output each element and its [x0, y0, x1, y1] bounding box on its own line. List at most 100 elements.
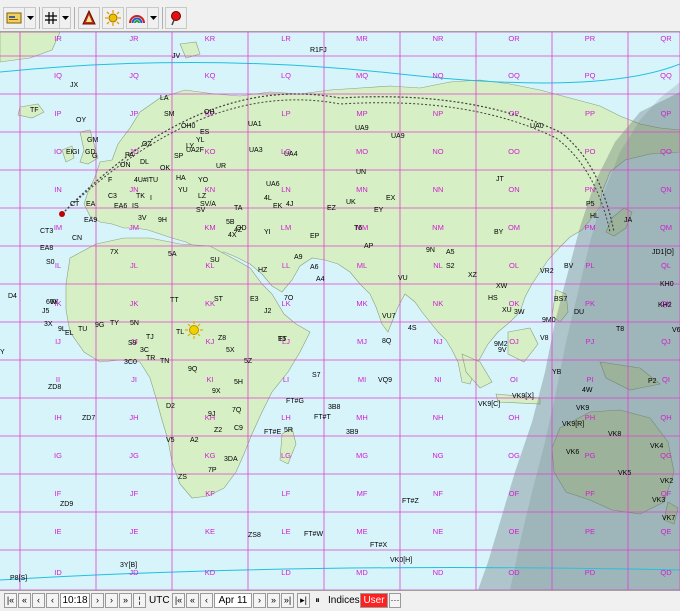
time-fwd-small-button[interactable]: › — [91, 593, 104, 608]
date-last-button[interactable]: »| — [281, 593, 294, 608]
prefix-label: ON — [120, 162, 131, 169]
locator-label: NI — [434, 375, 442, 384]
locator-label: NL — [433, 261, 443, 270]
locator-label: QD — [660, 568, 672, 577]
locator-label: JH — [129, 413, 138, 422]
prefix-label: FT#G — [286, 398, 304, 405]
home-marker-icon[interactable] — [59, 211, 65, 217]
locator-label: IO — [54, 147, 62, 156]
time-now-button[interactable]: ¦ — [133, 593, 146, 608]
locator-label: LI — [283, 375, 289, 384]
time-field[interactable]: 10:18 — [60, 593, 90, 608]
sun-button[interactable] — [102, 7, 124, 29]
date-fwd-button[interactable]: › — [253, 593, 266, 608]
locator-label: OO — [508, 147, 520, 156]
prefix-label: VK8 — [608, 431, 621, 438]
prefix-label: OY — [76, 117, 86, 124]
propagation-dropdown[interactable] — [148, 7, 159, 29]
prefix-label: UA1 — [248, 121, 262, 128]
date-back-fast-button[interactable]: « — [186, 593, 199, 608]
home-location-button[interactable] — [165, 7, 187, 29]
prefix-label: VK9 — [576, 405, 589, 412]
prefix-label: Z2 — [214, 427, 222, 434]
map-canvas[interactable]: IR JR KR LR MR NR OR PR QRIQ JQ KQ LQ MQ NQ OQ PQ QQIP JP… — [0, 32, 680, 590]
grid-dropdown[interactable] — [60, 7, 71, 29]
play-button[interactable]: ▸| — [297, 593, 310, 608]
time-fwd-fast-button[interactable]: » — [119, 593, 132, 608]
locator-label: QH — [660, 413, 671, 422]
locator-label: MQ — [356, 71, 368, 80]
prefix-label: VK3 — [652, 497, 665, 504]
prefix-label: 9N — [426, 247, 435, 254]
prefix-label: UA4 — [284, 151, 298, 158]
prefix-label: S2 — [446, 263, 455, 270]
prefix-label: JV — [172, 53, 181, 60]
prefix-label: A9 — [294, 254, 303, 261]
locator-label: IJ — [55, 337, 61, 346]
date-first-button[interactable]: |« — [172, 593, 185, 608]
locator-label: KE — [205, 527, 215, 536]
prefix-label: YU — [178, 187, 188, 194]
locator-label: PD — [585, 568, 596, 577]
locator-label: QE — [661, 527, 672, 536]
prefix-label: SV/A — [200, 201, 216, 208]
prefix-label: UA3 — [249, 147, 263, 154]
prefix-label: HZ — [258, 267, 268, 274]
prefix-label: SU — [210, 257, 220, 264]
prefix-label: Y — [0, 349, 5, 356]
locator-label: PK — [585, 299, 595, 308]
time-fwd-button[interactable]: › — [105, 593, 118, 608]
locator-label: NG — [432, 451, 443, 460]
toolbar-separator — [162, 7, 163, 29]
prefix-label: YL — [196, 137, 205, 144]
map-view-dropdown[interactable] — [25, 7, 36, 29]
locator-label: IH — [54, 413, 62, 422]
date-fwd-fast-button[interactable]: » — [267, 593, 280, 608]
locator-label: KF — [205, 489, 215, 498]
prefix-label: P8[S] — [10, 575, 27, 582]
indices-value[interactable]: User — [360, 593, 388, 608]
prefix-label: C9 — [234, 425, 243, 432]
locator-label: PR — [585, 34, 596, 43]
prefix-label: VK2 — [660, 478, 673, 485]
prefix-label: EA9 — [84, 217, 97, 224]
world-map[interactable]: IR JR KR LR MR NR OR PR QR IQ JQ KQ LQ MQ NQ OQ PQ QQ IP JP… — [0, 32, 680, 590]
locator-label: OH — [508, 413, 519, 422]
locator-label: MP — [356, 109, 367, 118]
prefix-label: JA — [624, 217, 633, 224]
prefix-label: T6 — [354, 225, 362, 232]
prefix-label: VK9[C] — [478, 401, 500, 408]
locator-label: OR — [508, 34, 520, 43]
prefix-label: 5N — [130, 320, 139, 327]
pause-button[interactable]: ⏸ — [311, 593, 324, 608]
locator-label: JM — [129, 223, 139, 232]
prefix-label: TJ — [146, 334, 154, 341]
locator-label: JQ — [129, 71, 139, 80]
time-back-small-button[interactable]: ‹ — [46, 593, 59, 608]
prefix-label: 9G — [95, 322, 104, 329]
prefix-label: 9H — [158, 217, 167, 224]
time-back-button[interactable]: ‹ — [32, 593, 45, 608]
prefix-label: TK — [136, 193, 145, 200]
time-first-button[interactable]: |« — [4, 593, 17, 608]
propagation-button[interactable] — [126, 7, 148, 29]
locator-label: KR — [205, 34, 216, 43]
locator-label: NK — [433, 299, 443, 308]
prefix-label: S0 — [46, 259, 55, 266]
prefix-label: TL — [176, 329, 184, 336]
time-back-fast-button[interactable]: « — [18, 593, 31, 608]
prefix-label: EP — [310, 233, 320, 240]
grid-button[interactable] — [42, 7, 60, 29]
prefix-label: BV — [564, 263, 574, 270]
prefix-label: ZD8 — [48, 384, 61, 391]
date-field[interactable]: Apr 11 — [214, 593, 252, 608]
prefix-label: UA6 — [266, 181, 280, 188]
indices-more-button[interactable]: ··· — [389, 593, 401, 608]
map-view-button[interactable] — [3, 7, 25, 29]
prefix-label: VQ9 — [378, 377, 392, 384]
prefix-label: 7O — [284, 295, 294, 302]
locator-label: OQ — [508, 71, 520, 80]
dxcc-button[interactable] — [78, 7, 100, 29]
date-back-button[interactable]: ‹ — [200, 593, 213, 608]
locator-label: JG — [129, 451, 139, 460]
